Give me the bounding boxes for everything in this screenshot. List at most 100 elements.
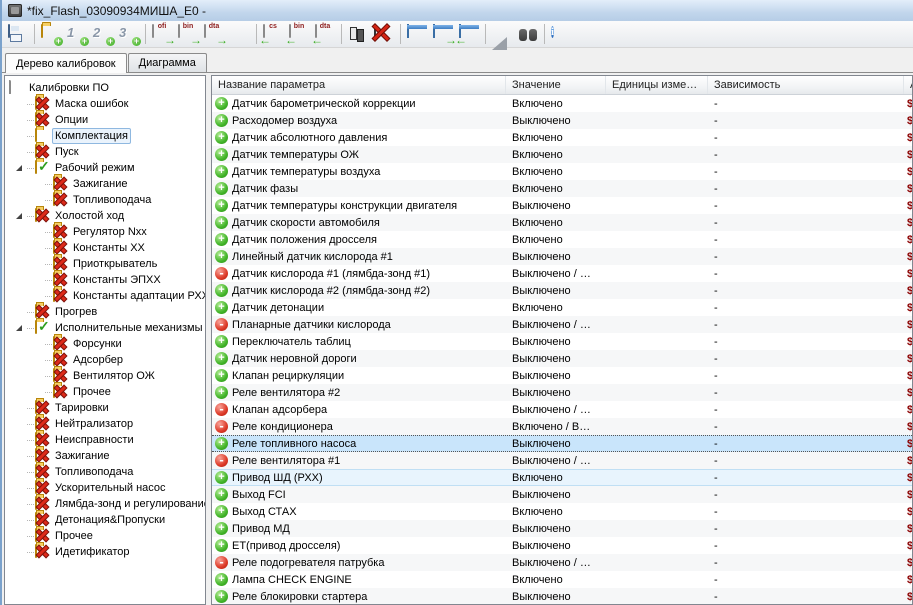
title-bar[interactable]: *fix_Flash_03090934МИША_Е0 -	[2, 0, 913, 21]
tree-item[interactable]: Неисправности	[5, 432, 205, 448]
table-row[interactable]: Датчик кислорода #1 (лямбда-зонд #1) Вык…	[212, 265, 912, 282]
import-bin-button[interactable]: bin←	[286, 22, 312, 46]
tree-item[interactable]: Константы ЭПХХ	[5, 272, 205, 288]
tree-item[interactable]: Ускорительный насос	[5, 480, 205, 496]
column-header-value[interactable]: Значение	[506, 76, 606, 94]
table-row[interactable]: Реле топливного насоса Выключено - $5	[212, 435, 912, 452]
table-row[interactable]: Привод ШД (РХХ) Включено - $5	[212, 469, 912, 486]
tree-item[interactable]: Зажигание	[5, 448, 205, 464]
tree-item-label: Идетификатор	[52, 545, 133, 559]
tree-item[interactable]: Константы ХХ	[5, 240, 205, 256]
table-row[interactable]: Планарные датчики кислорода Выключено / …	[212, 316, 912, 333]
table-row[interactable]: Реле кондиционера Включено / В… - $5	[212, 418, 912, 435]
add-slot-2-button[interactable]: 2+	[90, 22, 116, 46]
parameter-value: Выключено	[506, 285, 606, 297]
table-row[interactable]: Выход FCI Выключено - $5	[212, 486, 912, 503]
add-slot-3-button[interactable]: 3+	[116, 22, 142, 46]
table-row[interactable]: Датчик кислорода #2 (лямбда-зонд #2) Вык…	[212, 282, 912, 299]
table-row[interactable]: Клапан адсорбера Выключено / … - $5	[212, 401, 912, 418]
parameter-address: $5	[904, 557, 912, 569]
tree-item[interactable]: Топливоподача	[5, 464, 205, 480]
tree-item[interactable]: Опции	[5, 112, 205, 128]
status-ball-icon	[215, 352, 228, 365]
table-row[interactable]: Датчик температуры воздуха Включено - $5	[212, 163, 912, 180]
export-disabled-button	[227, 22, 253, 46]
info-button[interactable]: i	[548, 22, 574, 46]
tree-item[interactable]: Адсорбер	[5, 352, 205, 368]
table-export-button[interactable]: →	[430, 22, 456, 46]
tree-item[interactable]: ✓ Рабочий режим	[5, 160, 205, 176]
tree-item[interactable]: Константы адаптации РХХ	[5, 288, 205, 304]
column-header-units[interactable]: Единицы изме…	[606, 76, 708, 94]
tab-calibration-tree[interactable]: Дерево калибровок	[5, 53, 127, 73]
expander-icon[interactable]	[16, 213, 22, 219]
tree-item[interactable]: Зажигание	[5, 176, 205, 192]
table-row[interactable]: Реле вентилятора #1 Выключено / … - $5	[212, 452, 912, 469]
tree-item[interactable]: Прочее	[5, 384, 205, 400]
tree-item[interactable]: Комплектация	[5, 128, 205, 144]
export-ofi-button[interactable]: ofi→	[149, 22, 175, 46]
tree-item[interactable]: Тарировки	[5, 400, 205, 416]
table-row[interactable]: Датчик фазы Включено - $5	[212, 180, 912, 197]
parameter-dependency: -	[708, 149, 904, 161]
table-import-button[interactable]: ←	[456, 22, 482, 46]
tree-item[interactable]: ✓ Исполнительные механизмы	[5, 320, 205, 336]
table-row[interactable]: Датчик температуры ОЖ Включено - $5	[212, 146, 912, 163]
table-row[interactable]: Линейный датчик кислорода #1 Выключено -…	[212, 248, 912, 265]
add-slot-1-button[interactable]: 1+	[64, 22, 90, 46]
tree-item[interactable]: Калибровки ПО	[5, 80, 205, 96]
tree-item[interactable]: Приоткрыватель	[5, 256, 205, 272]
export-dta-button[interactable]: dta→	[201, 22, 227, 46]
column-header-name[interactable]: Название параметра	[212, 76, 506, 94]
status-ball-icon	[215, 318, 228, 331]
open-project-add-button[interactable]: +	[38, 22, 64, 46]
table-row[interactable]: Датчик абсолютного давления Включено - $…	[212, 129, 912, 146]
tree-item[interactable]: Маска ошибок	[5, 96, 205, 112]
tree-item[interactable]: Лямбда-зонд и регулирование	[5, 496, 205, 512]
table-row[interactable]: Лампа CHECK ENGINE Включено - $5	[212, 571, 912, 588]
table-row[interactable]: ET(привод дросселя) Выключено - $5	[212, 537, 912, 554]
table-row[interactable]: Реле подогревателя патрубка Выключено / …	[212, 554, 912, 571]
save-button[interactable]	[5, 22, 31, 46]
tree-item[interactable]: Форсунки	[5, 336, 205, 352]
tree-item[interactable]: Идетификатор	[5, 544, 205, 560]
table-row[interactable]: Выход СТАХ Включено - $5	[212, 503, 912, 520]
tree-item[interactable]: Холостой ход	[5, 208, 205, 224]
import-dta-button[interactable]: dta←	[312, 22, 338, 46]
table-row[interactable]: Клапан рециркуляции Выключено - $5	[212, 367, 912, 384]
search-button[interactable]	[515, 22, 541, 46]
tree-item[interactable]: Нейтрализатор	[5, 416, 205, 432]
table-row[interactable]: Датчик неровной дороги Выключено - $5	[212, 350, 912, 367]
tree-item[interactable]: Топливоподача	[5, 192, 205, 208]
export-bin-button[interactable]: bin→	[175, 22, 201, 46]
parameter-name: Датчик температуры воздуха	[232, 166, 380, 178]
table-row[interactable]: Привод МД Выключено - $5	[212, 520, 912, 537]
chip-erase-button[interactable]	[371, 22, 397, 46]
table-row[interactable]: Датчик положения дросселя Включено - $5	[212, 231, 912, 248]
table-row[interactable]: Датчик детонации Включено - $5	[212, 299, 912, 316]
table-row[interactable]: Переключатель таблиц Выключено - $5	[212, 333, 912, 350]
expander-icon[interactable]	[16, 165, 22, 171]
table-row[interactable]: Датчик скорости автомобиля Включено - $5	[212, 214, 912, 231]
import-arrow-icon: ←	[311, 33, 323, 47]
parameter-name: Датчик скорости автомобиля	[232, 217, 380, 229]
table-row[interactable]: Реле вентилятора #2 Выключено - $5	[212, 384, 912, 401]
tree-item[interactable]: Вентилятор ОЖ	[5, 368, 205, 384]
tree-item[interactable]: Пуск	[5, 144, 205, 160]
table-row[interactable]: Датчик температуры конструкции двигателя…	[212, 197, 912, 214]
table-row[interactable]: Расходомер воздуха Выключено - $5	[212, 112, 912, 129]
table-row[interactable]: Датчик барометрической коррекции Включен…	[212, 95, 912, 112]
chip-compare-button[interactable]	[345, 22, 371, 46]
column-header-dependency[interactable]: Зависимость	[708, 76, 904, 94]
parameter-name: Реле подогревателя патрубка	[232, 557, 384, 569]
expander-icon[interactable]	[16, 325, 22, 331]
tree-item[interactable]: Регулятор Nxx	[5, 224, 205, 240]
import-cs-button[interactable]: cs←	[260, 22, 286, 46]
column-header-address[interactable]: А	[904, 76, 913, 94]
tree-item[interactable]: Прогрев	[5, 304, 205, 320]
tree-item[interactable]: Детонация&Пропуски	[5, 512, 205, 528]
table-row[interactable]: Реле блокировки стартера Выключено - $5	[212, 588, 912, 604]
tab-diagram[interactable]: Диаграмма	[128, 53, 207, 72]
tree-item[interactable]: Прочее	[5, 528, 205, 544]
table-view-button[interactable]	[404, 22, 430, 46]
